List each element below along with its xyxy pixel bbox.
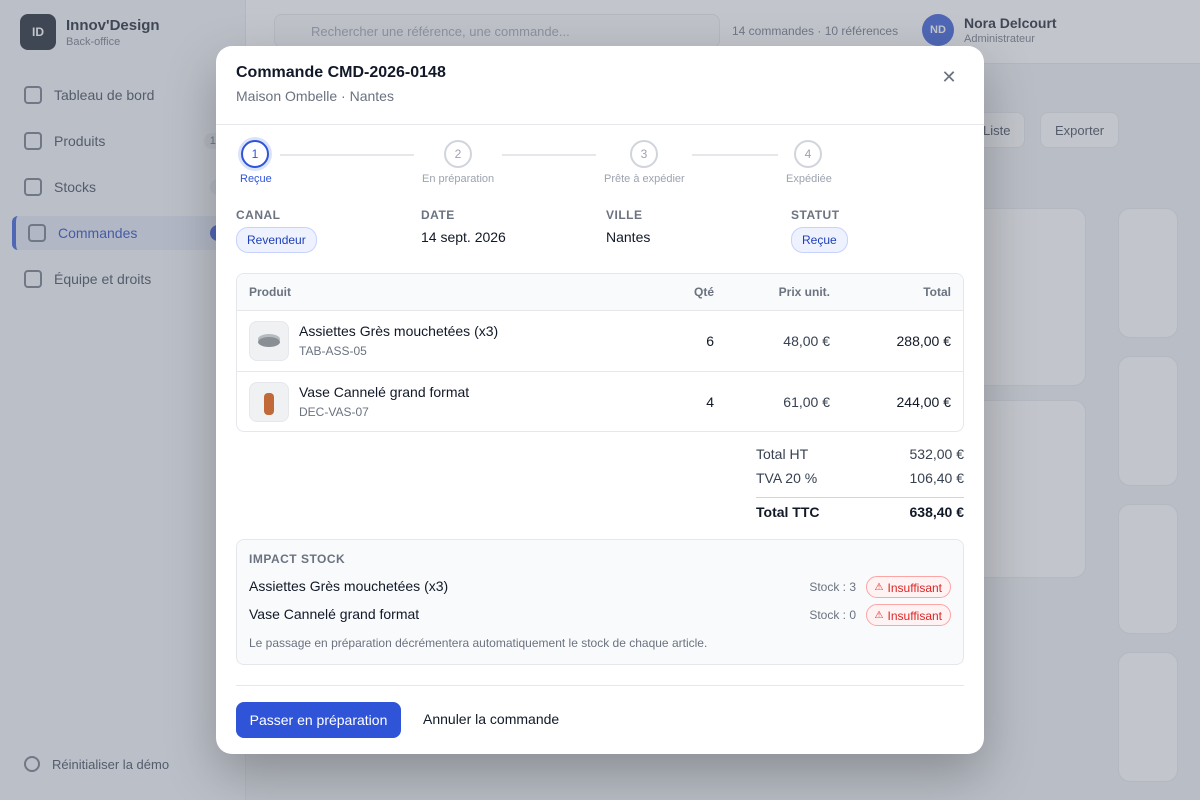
stock-impact-title: IMPACT STOCK: [249, 552, 346, 566]
close-icon: ✕: [941, 66, 957, 87]
insufficient-badge: ⚠ Insuffisant: [865, 576, 951, 598]
step-circle-4: 4: [794, 140, 822, 168]
plates-icon: [258, 337, 280, 347]
stock-level: Stock : 0: [809, 608, 856, 622]
col-header-total: Total: [923, 285, 951, 299]
stock-item-name: Assiettes Grès mouchetées (x3): [249, 578, 449, 594]
order-modal: Commande CMD-2026-0148 Maison Ombelle · …: [216, 46, 984, 754]
col-header-qty: Qté: [693, 285, 714, 299]
order-stepper: 1 Reçue 2 En préparation 3 Prête à expéd…: [216, 140, 984, 190]
table-header: Produit Qté Prix unit. Total: [237, 274, 963, 310]
stock-impact-row: Vase Cannelé grand format Stock : 0 ⚠ Ins…: [249, 604, 951, 626]
product-name: Vase Cannelé grand format: [299, 384, 470, 400]
step-label-2: En préparation: [422, 173, 495, 185]
close-button[interactable]: ✕: [938, 66, 960, 88]
order-lines-table: Produit Qté Prix unit. Total Assiettes G…: [236, 273, 964, 432]
tva-row: TVA 20 % 106,40 €: [756, 470, 964, 494]
start-preparation-button[interactable]: Passer en préparation: [236, 702, 401, 738]
line-qty: 6: [706, 333, 714, 349]
total-ttc-row: Total TTC 638,40 €: [756, 504, 964, 528]
total-ht-value: 532,00 €: [909, 446, 965, 462]
product-name: Assiettes Grès mouchetées (x3): [299, 323, 499, 339]
line-qty: 4: [706, 394, 714, 410]
line-unit-price: 61,00 €: [783, 394, 830, 410]
product-thumbnail: [249, 321, 289, 361]
product-thumbnail: [249, 382, 289, 422]
step-connector: [692, 154, 778, 156]
divider: [236, 685, 964, 686]
status-badge: Reçue: [791, 227, 848, 253]
line-unit-price: 48,00 €: [783, 333, 830, 349]
step-label-4: Expédiée: [786, 173, 832, 185]
vase-icon: [264, 393, 274, 415]
step-connector: [502, 154, 596, 156]
divider: [216, 124, 984, 125]
step-connector: [280, 154, 414, 156]
line-total: 288,00 €: [896, 333, 952, 349]
col-header-product: Produit: [249, 285, 291, 299]
total-ttc-value: 638,40 €: [909, 504, 965, 520]
channel-badge: Revendeur: [236, 227, 317, 253]
product-sku: TAB-ASS-05: [299, 344, 367, 358]
stock-impact-panel: IMPACT STOCK Assiettes Grès mouchetées (…: [236, 539, 964, 665]
col-header-unit-price: Prix unit.: [778, 285, 830, 299]
table-row: Vase Cannelé grand format DEC-VAS-07 4 6…: [237, 371, 963, 431]
meta-statut: STATUT Reçue: [791, 208, 961, 253]
modal-title: Commande CMD-2026-0148: [236, 64, 446, 81]
order-date: 14 sept. 2026: [421, 229, 506, 245]
stock-item-name: Vase Cannelé grand format: [249, 606, 420, 622]
line-total: 244,00 €: [896, 394, 952, 410]
meta-date: DATE 14 sept. 2026: [421, 208, 591, 245]
tva-value: 106,40 €: [909, 470, 965, 486]
meta-canal: CANAL Revendeur: [236, 208, 406, 253]
stock-level: Stock : 3: [809, 580, 856, 594]
order-totals: Total HT 532,00 € TVA 20 % 106,40 € Total …: [756, 446, 964, 528]
table-row: Assiettes Grès mouchetées (x3) TAB-ASS-0…: [237, 310, 963, 371]
modal-subtitle: Maison Ombelle · Nantes: [236, 88, 394, 104]
cancel-order-button[interactable]: Annuler la commande: [423, 711, 559, 727]
divider: [756, 497, 964, 498]
step-label-1: Reçue: [240, 173, 272, 185]
warning-icon: ⚠: [874, 582, 884, 593]
total-ht-row: Total HT 532,00 €: [756, 446, 964, 470]
step-label-3: Prête à expédier: [604, 173, 685, 185]
insufficient-badge: ⚠ Insuffisant: [865, 604, 951, 626]
step-circle-1: 1: [241, 140, 269, 168]
step-circle-3: 3: [630, 140, 658, 168]
product-sku: DEC-VAS-07: [299, 405, 369, 419]
stock-impact-note: Le passage en préparation décrémentera a…: [249, 636, 708, 650]
step-circle-2: 2: [444, 140, 472, 168]
warning-icon: ⚠: [874, 610, 884, 621]
order-city: Nantes: [606, 229, 651, 245]
meta-ville: VILLE Nantes: [606, 208, 776, 245]
stock-impact-row: Assiettes Grès mouchetées (x3) Stock : 3…: [249, 576, 951, 598]
